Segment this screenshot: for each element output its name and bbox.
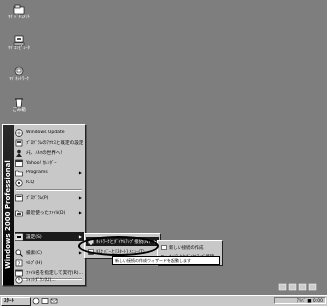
folder-icon <box>15 170 23 176</box>
menu-item-icq[interactable]: ICQ <box>15 178 84 187</box>
menu-item-label: Yahoo! ｶﾚﾝﾀﾞｰ <box>26 160 57 166</box>
banner-text: Windows 2000 Professional <box>4 160 12 269</box>
quick-launch-desktop-icon[interactable] <box>41 297 49 305</box>
help-icon: ? <box>15 259 23 267</box>
desktop-icon-label: ﾏｲ ﾄﾞｷｭﾒﾝﾄ <box>8 15 30 20</box>
documents-icon <box>15 210 23 216</box>
tooltip: 新しい接続の作成ウィザードを起動します <box>112 256 220 265</box>
programs-defaults-icon <box>15 139 23 146</box>
menu-item-windows-update[interactable]: Windows Update <box>15 128 84 137</box>
system-tray-clock[interactable]: ｱﾘﾊﾞ ■ 0:00 <box>274 297 326 304</box>
menu-item-program-access[interactable]: ﾌﾟﾛｸﾞﾗﾑのｱｸｾｽと既定の設定 <box>15 138 84 147</box>
menu-item-label: Windows Update <box>26 130 65 135</box>
menu-item-search[interactable]: 検索(C) ▶ <box>15 248 84 257</box>
globe-icon <box>15 128 23 137</box>
menu-item-programs[interactable]: ﾌﾟﾛｸﾞﾗﾑ(P) ▶ <box>15 193 84 202</box>
desktop-icon-my-documents[interactable]: ﾏｲ ﾄﾞｷｭﾒﾝﾄ <box>4 4 34 21</box>
submenu-item-new-connection[interactable]: 新しい接続の作成 <box>159 244 221 252</box>
menu-item-label: ﾌﾟﾛｸﾞﾗﾑのｱｸｾｽと既定の設定 <box>26 140 84 146</box>
settings-icon <box>15 233 23 240</box>
menu-item-memo[interactable]: ﾒﾓ、ﾉﾙﾏの世界へ！ <box>15 148 84 157</box>
quick-launch-ie-icon[interactable] <box>32 297 40 305</box>
submenu-arrow-icon: ▶ <box>78 210 82 215</box>
shutdown-icon <box>15 275 23 284</box>
desktop-icon-my-computer[interactable]: ﾏｲ ｺﾝﾋﾟｭｰﾀ <box>4 35 34 52</box>
desktop-icon-my-network[interactable]: ﾏｲ ﾈｯﾄﾜｰｸ <box>4 66 34 83</box>
menu-item-label: 最近使ったﾌｧｲﾙ(D) <box>26 210 66 216</box>
my-documents-icon <box>13 4 25 15</box>
svg-text:?: ? <box>18 261 21 267</box>
menu-item-label: Programs <box>26 170 48 175</box>
new-connection-icon <box>161 245 167 250</box>
submenu-arrow-icon: ▶ <box>78 170 82 175</box>
menu-item-help[interactable]: ? ﾍﾙﾌﾟ(H) <box>15 258 84 267</box>
desktop-icon-label: ﾏｲ ﾈｯﾄﾜｰｸ <box>9 77 29 82</box>
menu-item-settings[interactable]: 設定(S) ▶ <box>15 232 84 241</box>
submenu-arrow-icon: ▶ <box>78 250 82 255</box>
menu-item-label: ﾍﾙﾌﾟ(H) <box>26 260 43 266</box>
submenu-arrow-icon: ▶ <box>78 234 82 239</box>
programs-icon <box>15 194 23 201</box>
menu-item-programs-folder[interactable]: Programs ▶ <box>15 168 84 177</box>
menu-item-yahoo-calendar[interactable]: Yahoo! ｶﾚﾝﾀﾞｰ <box>15 158 84 167</box>
quick-launch-mail-icon[interactable] <box>50 297 58 305</box>
menu-item-label: ﾌﾟﾛｸﾞﾗﾑ(P) <box>26 195 49 201</box>
start-menu-banner: Windows 2000 Professional <box>3 125 14 285</box>
recycle-bin-icon <box>15 98 23 108</box>
desktop: ﾏｲ ﾄﾞｷｭﾒﾝﾄ ﾏｲ ｺﾝﾋﾟｭｰﾀ ﾏｲ ﾈｯﾄﾜｰｸ ごみ箱 Wind… <box>0 0 327 295</box>
menu-item-label: ｼｬｯﾄﾀﾞｳﾝ(U)... <box>26 277 56 283</box>
my-network-icon <box>14 66 24 76</box>
user-icon <box>16 149 22 157</box>
desktop-icon-label: ﾏｲ ｺﾝﾋﾟｭｰﾀ <box>8 46 30 51</box>
menu-item-recent-documents[interactable]: 最近使ったﾌｧｲﾙ(D) ▶ <box>15 208 84 217</box>
desktop-icon-recycle-bin[interactable]: ごみ箱 <box>4 97 34 114</box>
start-button-label: ｽﾀｰﾄ <box>4 298 15 304</box>
search-icon <box>15 249 23 257</box>
menu-item-shutdown[interactable]: ｼｬｯﾄﾀﾞｳﾝ(U)... <box>15 275 84 284</box>
taskbar: ｽﾀｰﾄ ｱﾘﾊﾞ ■ 0:00 <box>0 295 327 306</box>
submenu-arrow-icon: ▶ <box>78 195 82 200</box>
calendar-icon <box>15 159 23 167</box>
highlight-ellipse <box>78 236 159 256</box>
menu-item-label: 設定(S) <box>26 234 42 240</box>
flower-icon <box>15 178 23 187</box>
desktop-icon-label: ごみ箱 <box>12 108 26 113</box>
menu-item-label: ICQ <box>26 180 35 185</box>
menu-item-label: ﾒﾓ、ﾉﾙﾏの世界へ！ <box>26 150 66 156</box>
menu-separator <box>16 189 82 191</box>
my-computer-icon <box>13 35 25 46</box>
start-menu: Windows 2000 Professional Windows Update… <box>2 124 86 286</box>
desktop-corner-icons <box>278 283 317 291</box>
submenu-item-label: 新しい接続の作成 <box>169 246 204 251</box>
menu-item-label: 検索(C) <box>26 250 42 256</box>
